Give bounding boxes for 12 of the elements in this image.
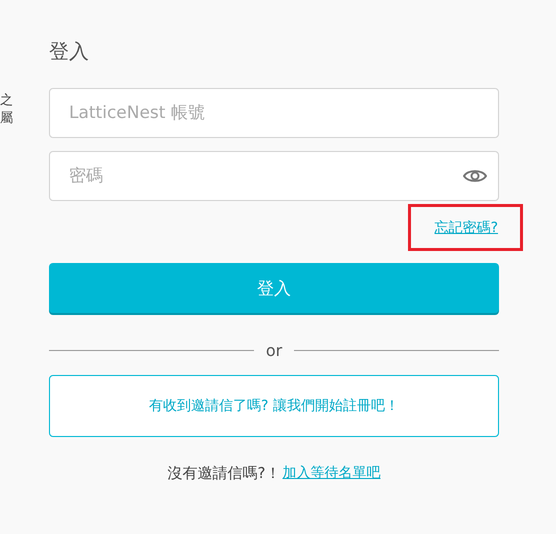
login-button[interactable]: 登入: [49, 263, 499, 313]
side-text: 屬: [0, 110, 13, 128]
login-title: 登入: [49, 38, 90, 65]
input-field[interactable]: LatticeNest 帳號: [49, 88, 499, 138]
invite-signup-button[interactable]: 有收到邀請信了嗎? 讓我們開始註冊吧！: [49, 375, 499, 437]
eye-icon[interactable]: [463, 168, 487, 184]
side-text: 之: [0, 92, 13, 110]
forgot-password-link[interactable]: 忘記密碼?: [434, 220, 498, 236]
or-label: or: [266, 340, 282, 360]
footer-text: 沒有邀請信嗎?！: [168, 464, 280, 483]
waitlist-link[interactable]: 加入等待名單吧: [282, 464, 380, 483]
input-field[interactable]: 密碼: [49, 151, 499, 201]
